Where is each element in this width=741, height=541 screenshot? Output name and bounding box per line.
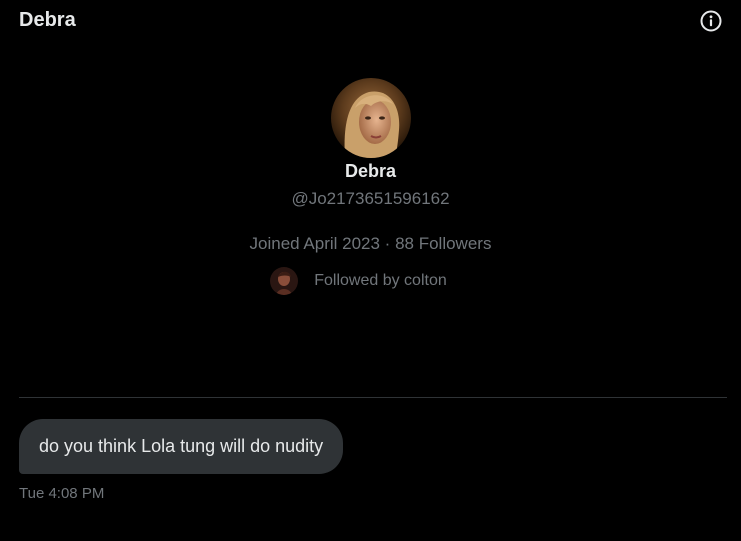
profile-name[interactable]: Debra [345, 160, 396, 182]
message-bubble[interactable]: do you think Lola tung will do nudity [19, 419, 344, 474]
message-timestamp: Tue 4:08 PM [19, 485, 105, 502]
follower-avatar [270, 267, 299, 295]
profile-summary: Debra @Jo2173651596162 Joined April 2023… [0, 78, 741, 295]
followed-by-label: Followed by colton [314, 272, 447, 289]
conversation-title: Debra [19, 9, 76, 31]
avatar[interactable] [330, 78, 411, 158]
followed-by[interactable]: Followed by colton [270, 267, 447, 295]
divider [19, 397, 727, 398]
info-icon[interactable] [700, 10, 722, 32]
profile-handle: @Jo2173651596162 [291, 189, 450, 208]
profile-meta: Joined April 2023 · 88 Followers [249, 234, 492, 253]
